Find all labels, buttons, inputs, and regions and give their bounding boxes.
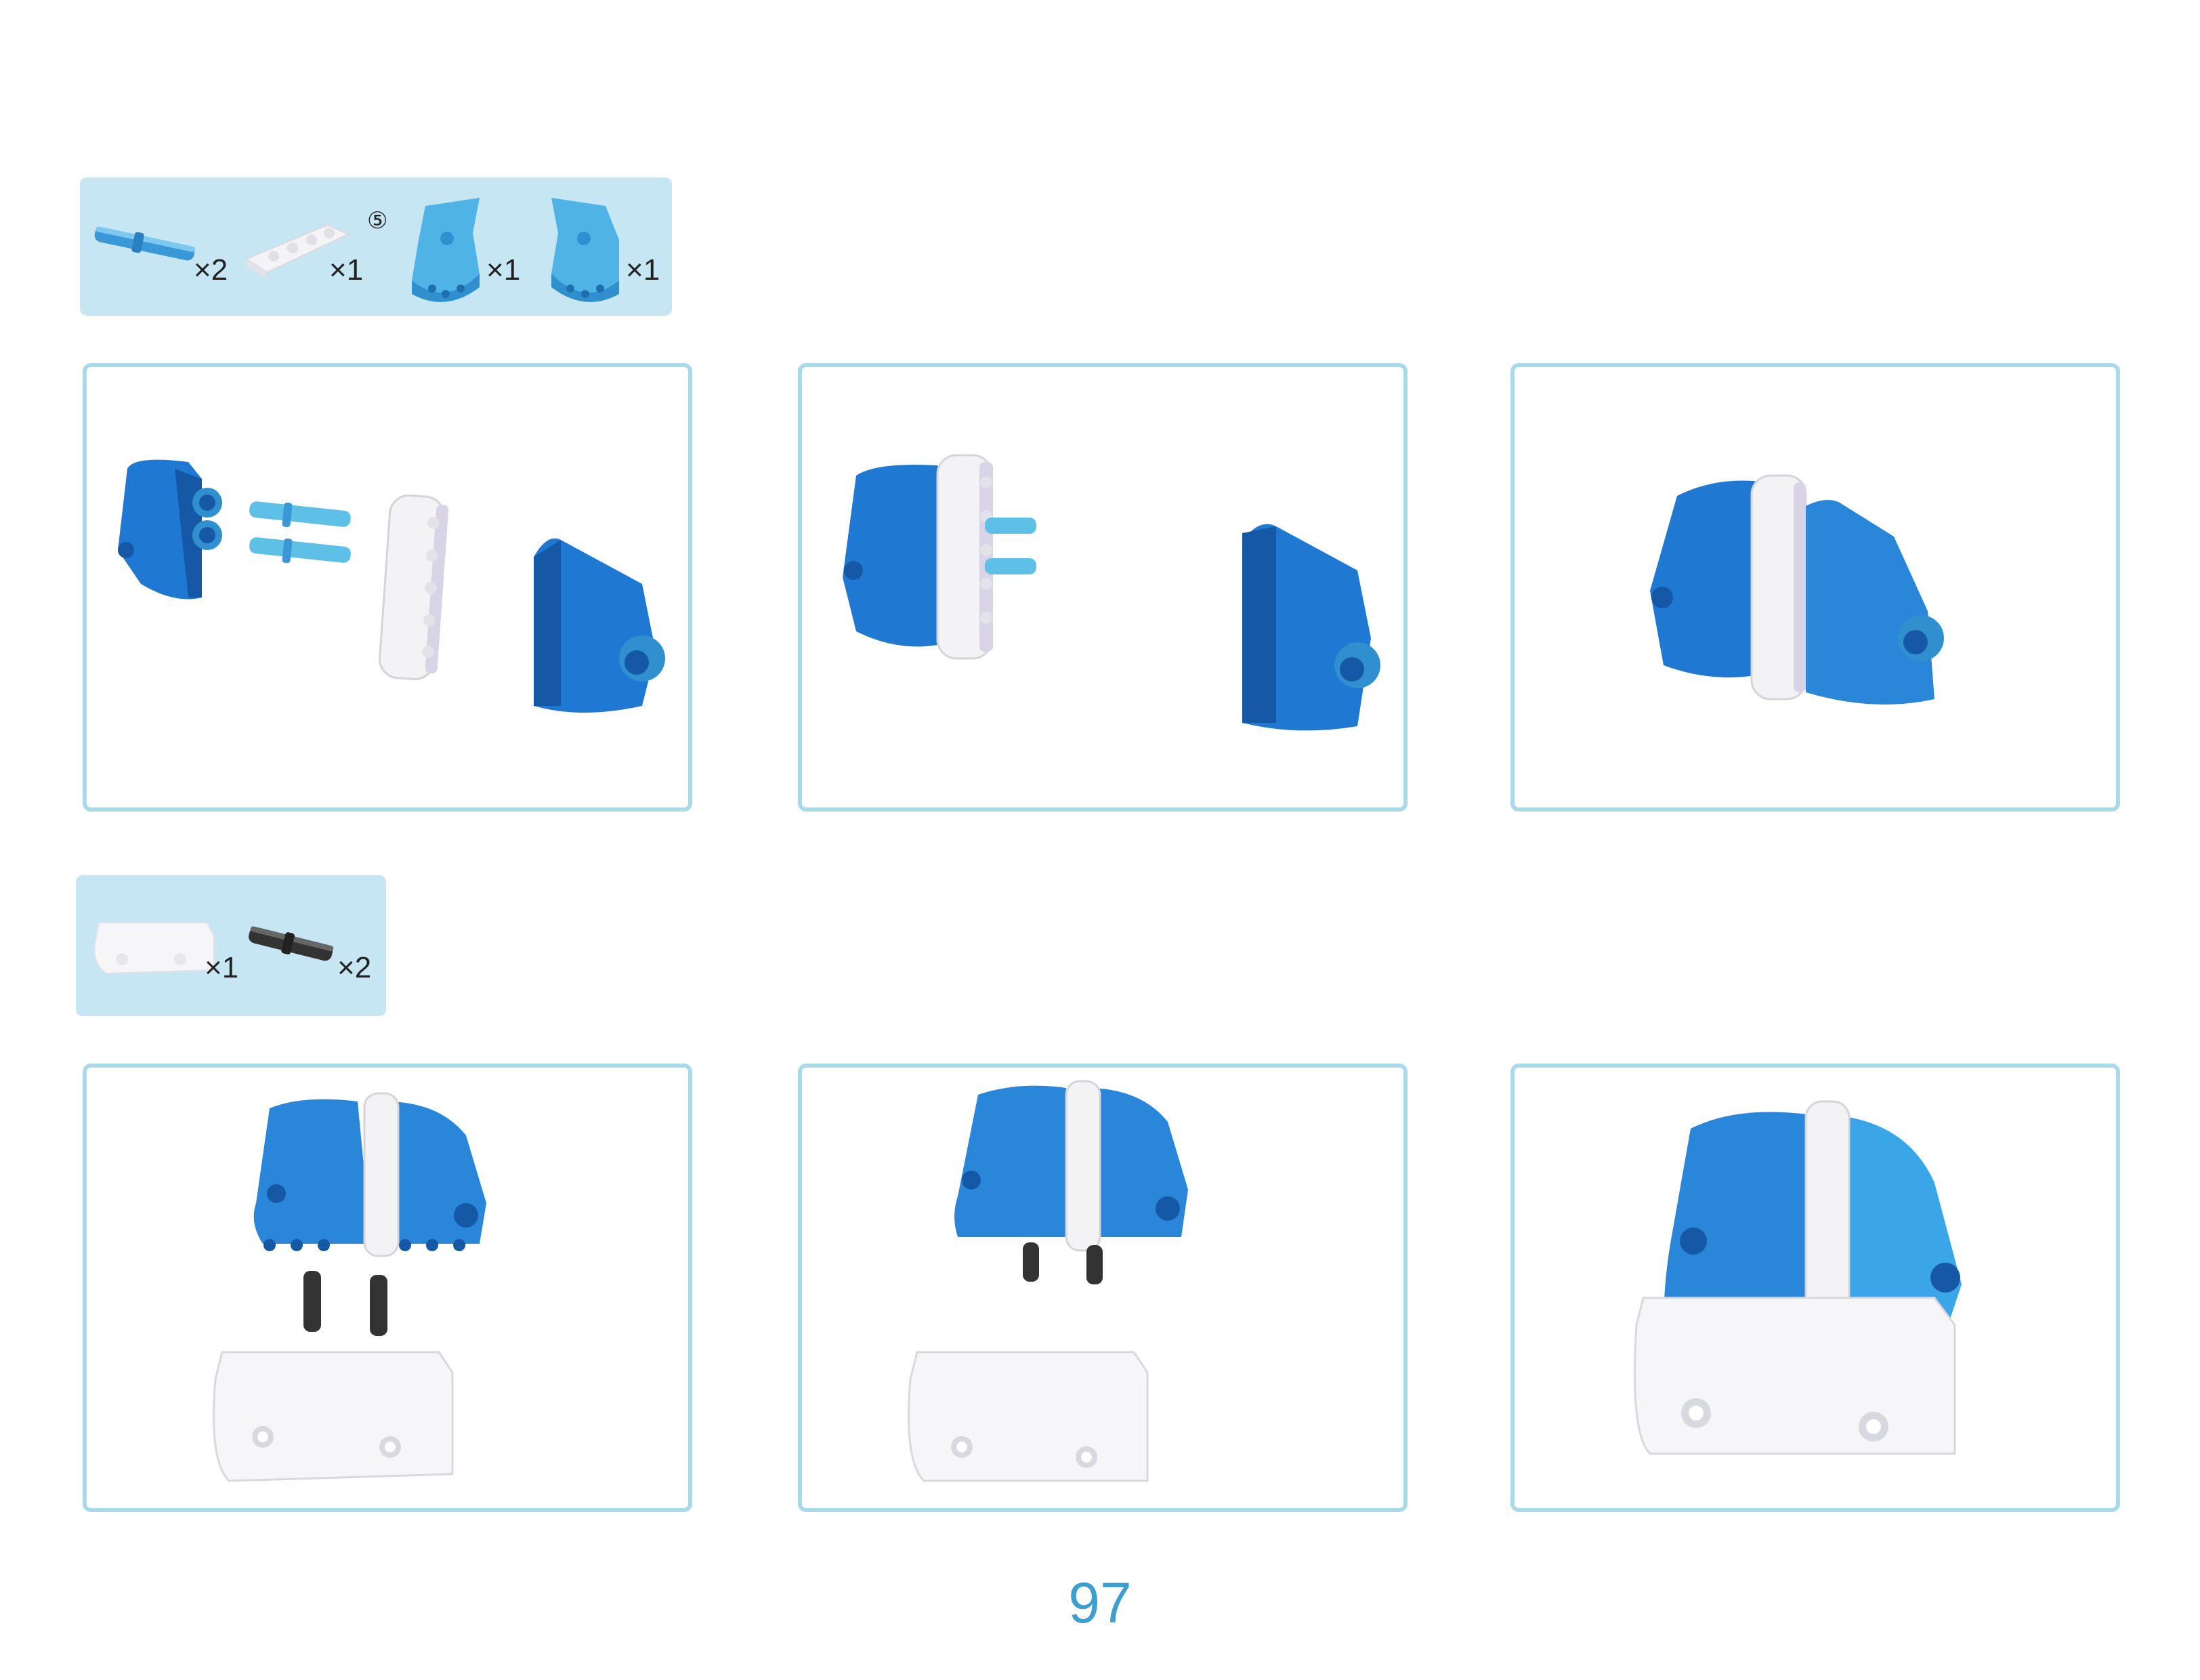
page-number: 97 — [1068, 1571, 1132, 1635]
step-panel-2 — [798, 363, 1408, 812]
step-panel-1 — [83, 363, 692, 812]
white-beam — [1750, 474, 1807, 700]
white-block-icon — [93, 922, 215, 975]
white-block — [908, 1351, 1149, 1482]
step-panel-5 — [798, 1064, 1408, 1512]
blue-panel-right — [1833, 1115, 1962, 1325]
part-qty: ×2 — [194, 253, 228, 287]
part-qty: ×1 — [329, 253, 364, 287]
white-beam — [1065, 1080, 1101, 1252]
beam-length-badge: ⑤ — [367, 207, 388, 234]
part-qty: ×2 — [337, 951, 372, 984]
black-connector-pin-icon — [249, 926, 334, 961]
black-pin — [303, 1271, 387, 1336]
step-panel-6 — [1510, 1064, 2120, 1512]
blue-panel-left — [954, 1085, 1073, 1237]
white-beam — [936, 454, 993, 660]
white-block — [1634, 1297, 1956, 1455]
blue-panel-right-icon — [551, 198, 619, 302]
part-qty: ×1 — [486, 253, 521, 287]
white-beam — [363, 1092, 400, 1257]
step-panel-3 — [1510, 363, 2120, 812]
blue-panel-left — [253, 1099, 371, 1244]
white-beam — [1804, 1100, 1850, 1326]
parts-list-1: ×2 ⑤ ×1 ×1 ×1 — [80, 177, 672, 316]
white-block — [213, 1351, 454, 1482]
part-qty: ×1 — [626, 253, 660, 287]
blue-panel-left — [1664, 1112, 1819, 1325]
parts-list-2: ×1 ×2 — [76, 875, 386, 1016]
blue-panel-right — [1806, 500, 1934, 705]
blue-pin — [249, 501, 351, 564]
step-panel-4 — [83, 1064, 692, 1512]
blue-panel-left-icon — [412, 198, 480, 302]
blue-connector-pin-icon — [94, 226, 196, 261]
white-beam — [379, 494, 449, 681]
black-pin — [1023, 1242, 1103, 1284]
part-qty: ×1 — [205, 951, 239, 984]
blue-panel-left — [843, 465, 951, 647]
